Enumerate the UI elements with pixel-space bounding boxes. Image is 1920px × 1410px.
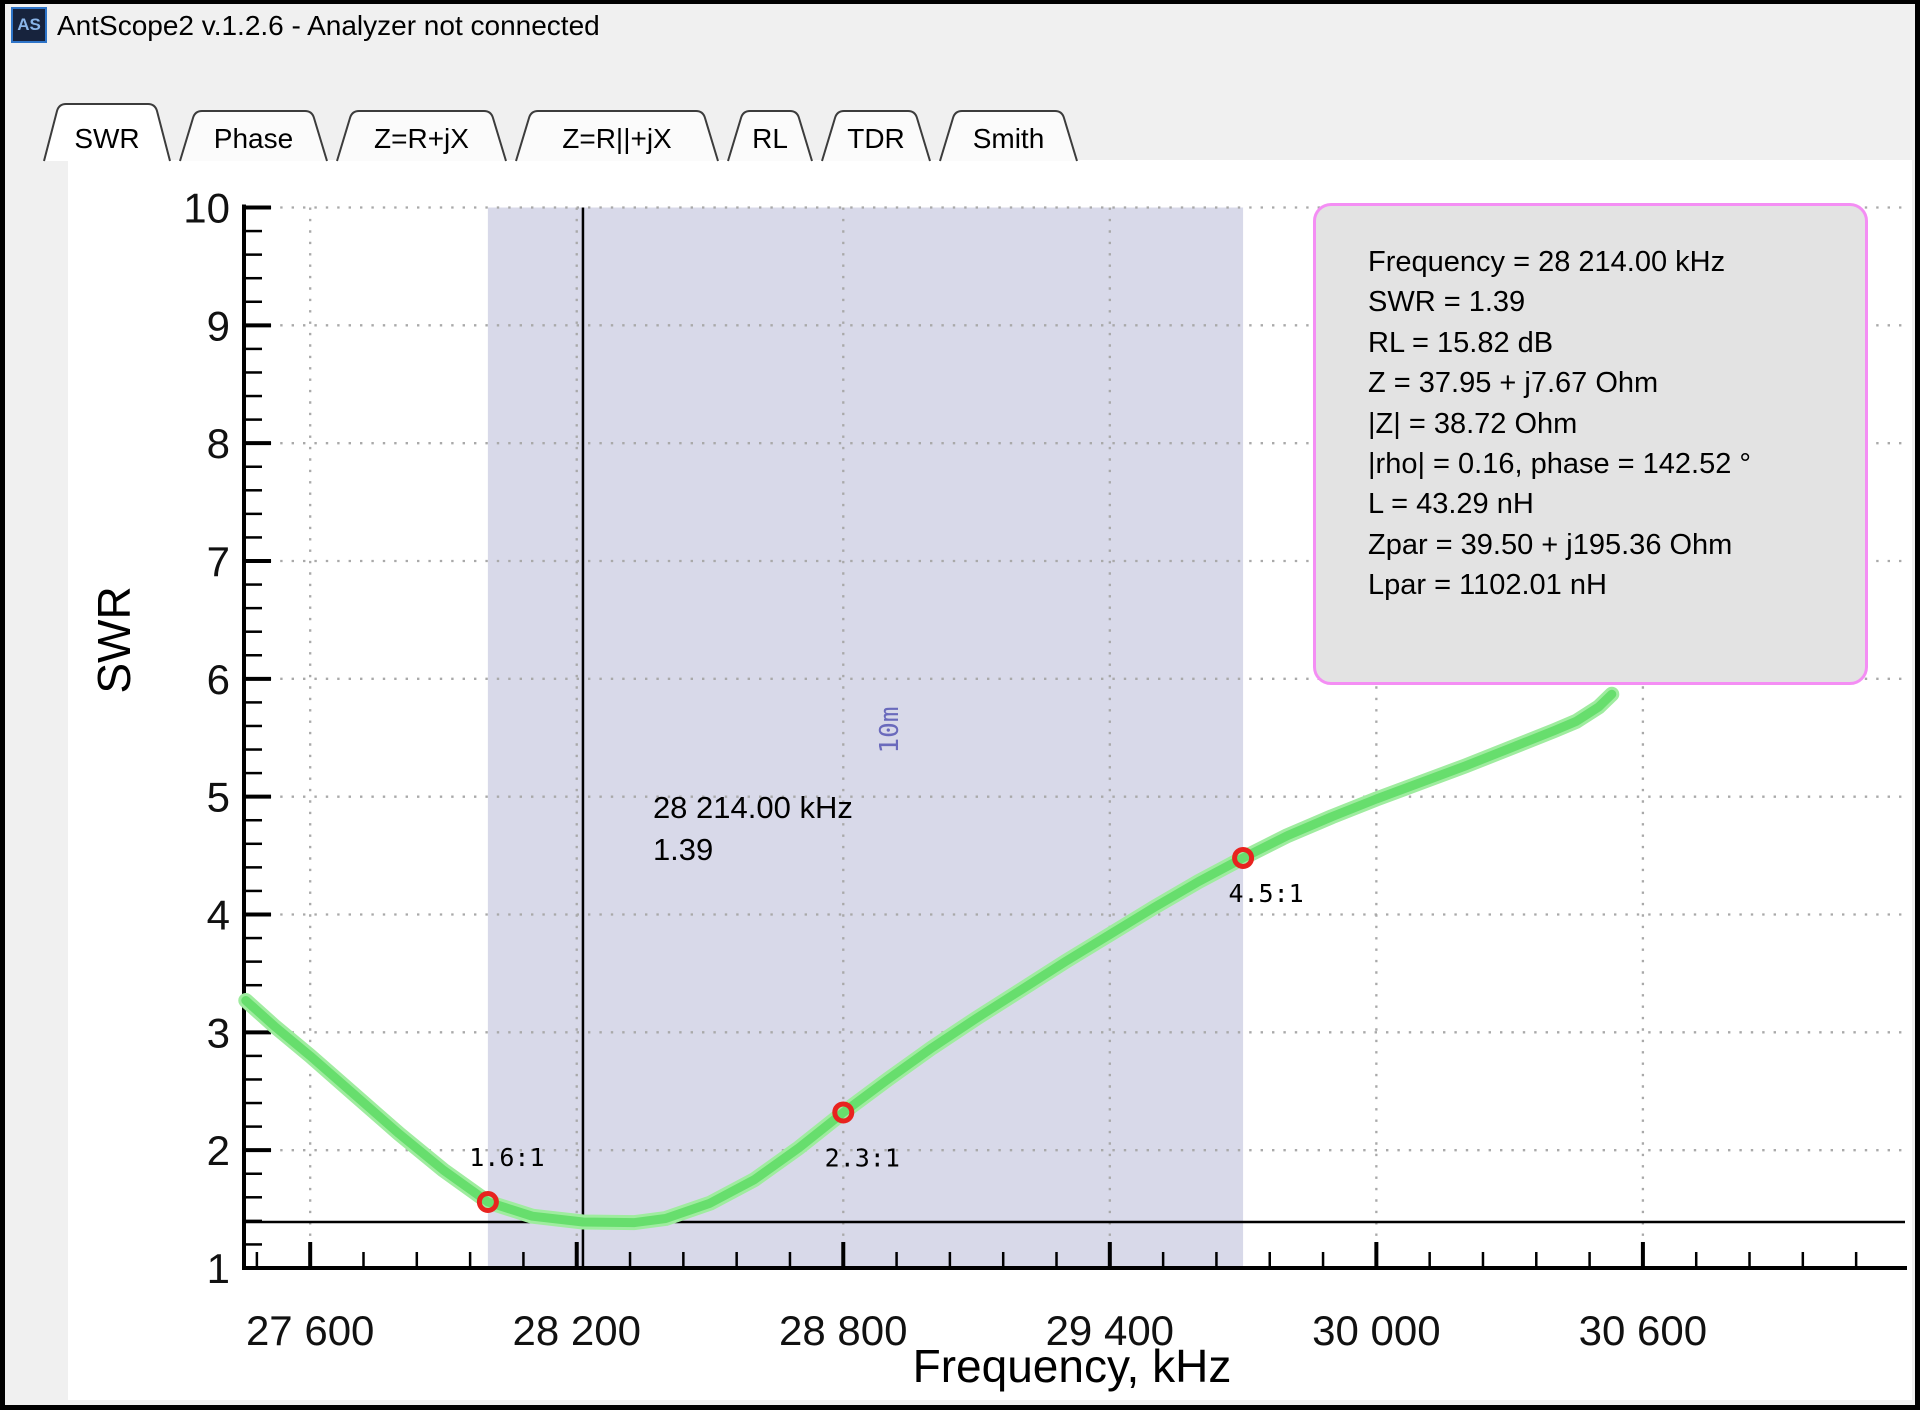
y-tick-label: 5 — [207, 774, 230, 821]
antscope-window: AS AntScope2 v.1.2.6 - Analyzer not conn… — [0, 0, 1920, 1410]
y-tick-label: 4 — [207, 892, 230, 939]
info-line: SWR = 1.39 — [1368, 282, 1851, 322]
info-line: Frequency = 28 214.00 kHz — [1368, 242, 1851, 282]
tab-label: Z=R+jX — [374, 123, 469, 154]
tab-label: Z=R||+jX — [562, 123, 672, 154]
tab-label: RL — [752, 123, 788, 154]
tab-rl[interactable]: RL — [728, 111, 812, 161]
y-axis-title: SWR — [88, 586, 140, 693]
x-tick-label: 28 200 — [512, 1307, 640, 1354]
tab-zrjx[interactable]: Z=R||+jX — [516, 111, 718, 161]
x-tick-label: 27 600 — [246, 1307, 374, 1354]
tab-swr[interactable]: SWR — [44, 104, 170, 161]
measurement-info-box: Frequency = 28 214.00 kHzSWR = 1.39RL = … — [1313, 203, 1868, 685]
x-tick-label: 30 000 — [1312, 1307, 1440, 1354]
y-tick-label: 10 — [183, 185, 230, 232]
x-axis-title: Frequency, kHz — [913, 1340, 1232, 1392]
marker-label: 4.5:1 — [1228, 879, 1303, 908]
info-line: Z = 37.95 + j7.67 Ohm — [1368, 363, 1851, 403]
y-tick-label: 1 — [207, 1245, 230, 1292]
info-line: Zpar = 39.50 + j195.36 Ohm — [1368, 525, 1851, 565]
marker-label: 2.3:1 — [825, 1143, 900, 1172]
tab-label: Phase — [214, 123, 293, 154]
info-line: RL = 15.82 dB — [1368, 323, 1851, 363]
info-line: |rho| = 0.16, phase = 142.52 ° — [1368, 444, 1851, 484]
x-tick-label: 30 600 — [1579, 1307, 1707, 1354]
y-tick-label: 6 — [207, 656, 230, 703]
tab-label: SWR — [74, 123, 139, 154]
y-tick-label: 9 — [207, 302, 230, 349]
y-tick-label: 3 — [207, 1009, 230, 1056]
cursor-swr-text: 1.39 — [653, 832, 713, 867]
tab-bar: SWR Phase Z=R+jX Z=R||+jX RL TDR Smith — [44, 104, 1077, 161]
cursor-frequency-text: 28 214.00 kHz — [653, 790, 853, 825]
info-line: L = 43.29 nH — [1368, 484, 1851, 524]
x-tick-label: 28 800 — [779, 1307, 907, 1354]
tab-label: TDR — [847, 123, 905, 154]
tab-phase[interactable]: Phase — [180, 111, 327, 161]
marker-label: 1.6:1 — [469, 1143, 544, 1172]
info-line: |Z| = 38.72 Ohm — [1368, 404, 1851, 444]
y-tick-label: 2 — [207, 1127, 230, 1174]
tab-smith[interactable]: Smith — [940, 111, 1077, 161]
tab-zrjx[interactable]: Z=R+jX — [337, 111, 506, 161]
tab-label: Smith — [973, 123, 1045, 154]
tab-tdr[interactable]: TDR — [822, 111, 930, 161]
y-tick-label: 8 — [207, 420, 230, 467]
info-line: Lpar = 1102.01 nH — [1368, 565, 1851, 605]
y-tick-label: 7 — [207, 538, 230, 585]
